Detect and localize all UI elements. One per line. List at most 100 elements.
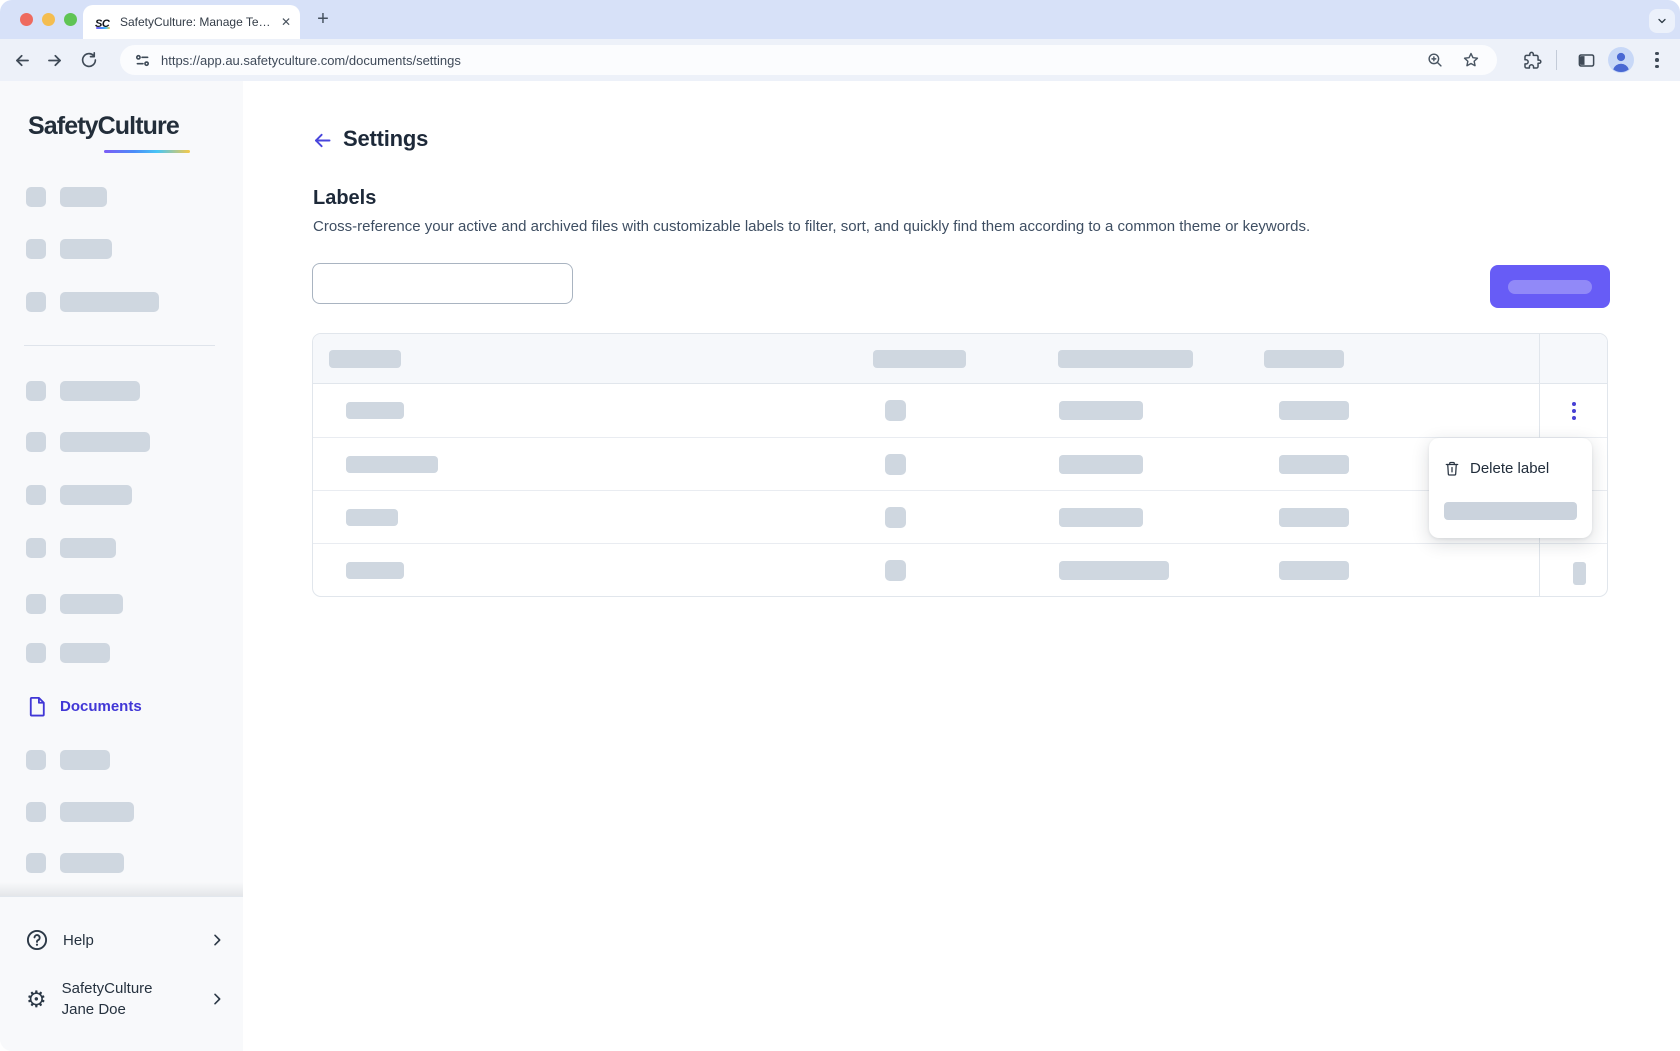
document-icon bbox=[26, 695, 48, 718]
skeleton-bar bbox=[60, 381, 140, 401]
zoom-window-button[interactable] bbox=[64, 13, 77, 26]
new-tab-button[interactable]: + bbox=[310, 6, 336, 32]
skeleton-bar bbox=[60, 853, 124, 873]
cell-skeleton bbox=[346, 562, 404, 579]
forward-button[interactable] bbox=[42, 48, 66, 72]
minimize-window-button[interactable] bbox=[42, 13, 55, 26]
skeleton-icon bbox=[26, 381, 46, 401]
skeleton-bar bbox=[60, 485, 132, 505]
zoom-in-icon bbox=[1426, 51, 1444, 69]
extensions-button[interactable] bbox=[1520, 48, 1544, 72]
star-icon bbox=[1462, 51, 1480, 69]
page-title: Settings bbox=[343, 126, 428, 152]
skeleton-icon bbox=[26, 750, 46, 770]
profile-person-icon bbox=[1608, 47, 1634, 73]
settings-back-button[interactable] bbox=[309, 127, 335, 153]
profile-avatar[interactable] bbox=[1608, 47, 1634, 73]
nav-skeleton-item bbox=[26, 432, 150, 452]
extensions-puzzle-icon bbox=[1523, 51, 1542, 70]
nav-skeleton-item bbox=[26, 853, 124, 873]
skeleton-bar bbox=[60, 292, 159, 312]
label-search-input[interactable] bbox=[312, 263, 573, 304]
add-label-button-loading[interactable] bbox=[1490, 265, 1610, 308]
bookmark-button[interactable] bbox=[1459, 48, 1483, 72]
close-window-button[interactable] bbox=[20, 13, 33, 26]
back-arrow-icon bbox=[312, 130, 333, 151]
skeleton-bar bbox=[60, 594, 123, 614]
reload-icon bbox=[80, 51, 98, 69]
table-row bbox=[313, 437, 1607, 490]
tab-strip: SC SafetyCulture: Manage Teams and... ✕ … bbox=[0, 0, 1680, 39]
tab-title: SafetyCulture: Manage Teams and... bbox=[120, 15, 275, 29]
table-header-row bbox=[313, 334, 1607, 384]
header-skeleton bbox=[1264, 350, 1344, 368]
skeleton-icon bbox=[26, 802, 46, 822]
tab-close-icon[interactable]: ✕ bbox=[281, 15, 291, 29]
cell-skeleton bbox=[1279, 455, 1349, 474]
chevron-right-icon bbox=[209, 991, 225, 1007]
cell-skeleton bbox=[346, 402, 404, 419]
skeleton-icon bbox=[26, 643, 46, 663]
nav-skeleton-item bbox=[26, 292, 159, 312]
row-actions-menu: Delete label bbox=[1429, 438, 1592, 538]
skeleton-icon bbox=[26, 292, 46, 312]
menu-item-skeleton bbox=[1444, 502, 1577, 520]
row-actions-menu-button[interactable] bbox=[1558, 395, 1590, 427]
cell-skeleton bbox=[885, 454, 906, 475]
skeleton-bar bbox=[60, 643, 110, 663]
button-label-skeleton bbox=[1508, 280, 1592, 294]
account-org: SafetyCulture bbox=[62, 978, 153, 999]
zoom-in-button[interactable] bbox=[1423, 48, 1447, 72]
browser-toolbar: https://app.au.safetyculture.com/documen… bbox=[0, 39, 1680, 81]
cell-skeleton bbox=[346, 456, 438, 473]
skeleton-bar bbox=[60, 538, 116, 558]
safetyculture-logo: SafetyCulture bbox=[28, 112, 179, 141]
skeleton-icon bbox=[26, 538, 46, 558]
header-skeleton bbox=[329, 350, 401, 368]
labels-section-description: Cross-reference your active and archived… bbox=[313, 218, 1310, 235]
labels-table bbox=[312, 333, 1608, 597]
nav-skeleton-item bbox=[26, 750, 110, 770]
nav-skeleton-item bbox=[26, 643, 110, 663]
menu-item-delete-label[interactable]: Delete label bbox=[1429, 448, 1592, 488]
sidebar-item-account[interactable]: ⚙ SafetyCulture Jane Doe bbox=[26, 975, 225, 1023]
kebab-menu-icon bbox=[1655, 52, 1659, 69]
skeleton-icon bbox=[26, 853, 46, 873]
back-button[interactable] bbox=[10, 48, 34, 72]
browser-menu-button[interactable] bbox=[1645, 48, 1669, 72]
trash-icon bbox=[1444, 460, 1460, 477]
url-bar[interactable]: https://app.au.safetyculture.com/documen… bbox=[120, 45, 1497, 75]
help-question-icon bbox=[26, 929, 48, 951]
nav-skeleton-item bbox=[26, 187, 107, 207]
nav-skeleton-item bbox=[26, 485, 132, 505]
sidebar-item-label: Documents bbox=[60, 698, 142, 715]
toolbar-divider bbox=[1556, 50, 1557, 70]
sidebar-item-help[interactable]: Help bbox=[26, 920, 225, 960]
cell-skeleton bbox=[885, 507, 906, 528]
kebab-dot bbox=[1572, 402, 1576, 406]
cell-skeleton bbox=[1059, 455, 1143, 474]
cell-skeleton bbox=[885, 560, 906, 581]
browser-tab[interactable]: SC SafetyCulture: Manage Teams and... ✕ bbox=[83, 5, 300, 39]
url-text[interactable]: https://app.au.safetyculture.com/documen… bbox=[161, 53, 1423, 68]
skeleton-icon bbox=[26, 594, 46, 614]
cell-skeleton bbox=[885, 400, 906, 421]
tab-overflow-button[interactable] bbox=[1649, 9, 1675, 33]
labels-section-title: Labels bbox=[313, 187, 376, 210]
back-arrow-icon bbox=[13, 51, 32, 70]
side-panel-icon bbox=[1577, 51, 1596, 70]
skeleton-bar bbox=[60, 802, 134, 822]
skeleton-icon bbox=[26, 485, 46, 505]
site-settings-icon[interactable] bbox=[134, 52, 151, 69]
sidebar-scroll-shadow bbox=[0, 882, 243, 896]
side-panel-button[interactable] bbox=[1574, 48, 1598, 72]
skeleton-icon bbox=[26, 432, 46, 452]
skeleton-icon bbox=[26, 187, 46, 207]
safetyculture-favicon-icon: SC bbox=[95, 14, 113, 30]
nav-skeleton-item bbox=[26, 538, 116, 558]
reload-button[interactable] bbox=[77, 48, 101, 72]
header-skeleton bbox=[1058, 350, 1193, 368]
cell-skeleton bbox=[1279, 508, 1349, 527]
sidebar-item-documents[interactable]: Documents bbox=[26, 693, 142, 719]
sidebar-divider bbox=[24, 345, 215, 346]
